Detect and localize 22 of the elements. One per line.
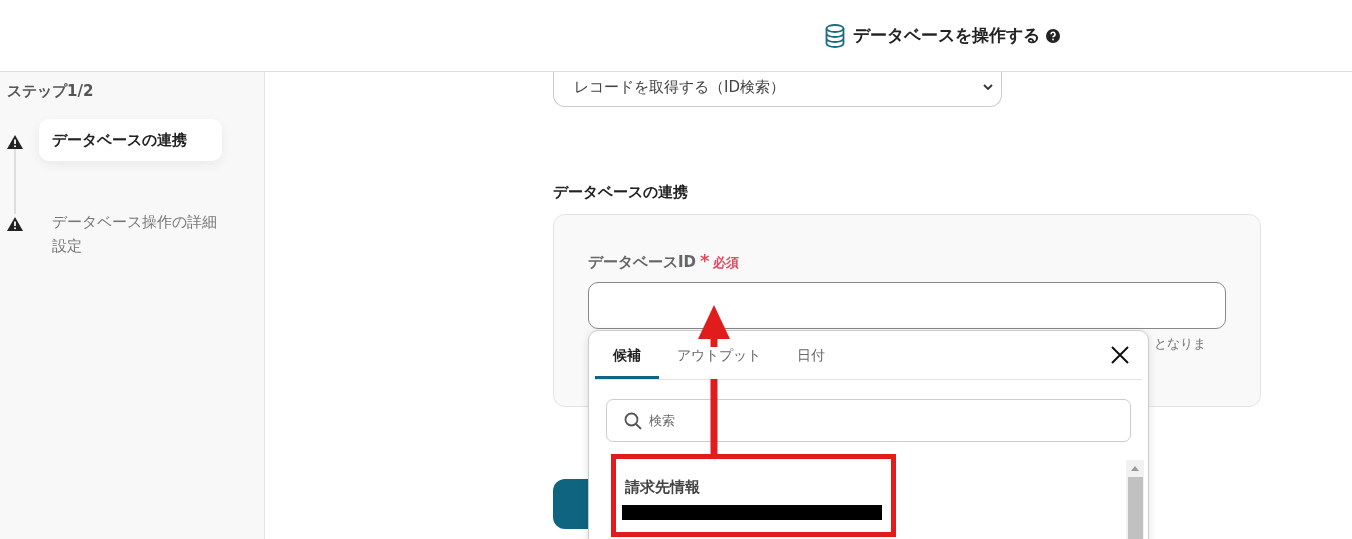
scrollbar-thumb[interactable] (1127, 477, 1143, 539)
warning-icon (7, 217, 23, 231)
required-label: 必須 (713, 254, 740, 272)
hint-text: となりま (1154, 335, 1206, 353)
database-icon (825, 23, 845, 48)
input-field[interactable] (588, 282, 1226, 329)
required-mark: * (700, 250, 710, 271)
tab[interactable]: 候補 (595, 347, 659, 379)
list-item[interactable]: 請求先情報 (625, 478, 882, 497)
search-icon (624, 412, 642, 430)
warning-icon (7, 135, 23, 149)
help-icon[interactable] (1046, 28, 1060, 43)
section-title: データベースの連携 (553, 183, 689, 202)
action-select[interactable]: レコードを取得する（ID検索） (553, 72, 1002, 107)
step-item[interactable]: データベース操作の詳細設定 (39, 201, 242, 267)
close-icon[interactable] (1111, 346, 1129, 364)
step-counter: ステップ1/2 (7, 82, 95, 101)
step-item[interactable]: データベースの連携 (39, 119, 222, 161)
search-field[interactable]: 検索 (606, 399, 1131, 442)
chevron-down-icon (983, 84, 993, 90)
field-label: データベースID (588, 253, 697, 272)
page-title: データベースを操作する (853, 24, 1040, 47)
